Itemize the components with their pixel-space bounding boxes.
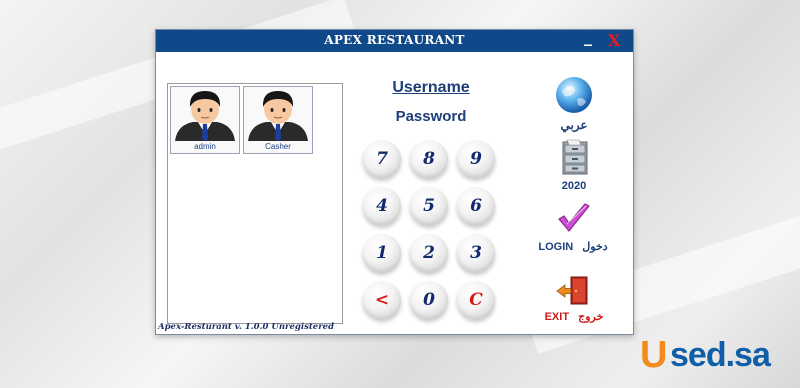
keypad-key-6[interactable]: 6 [457,187,495,225]
keypad-key-7[interactable]: 7 [363,140,401,178]
close-button[interactable]: X [608,30,620,52]
login-window: APEX RESTAURANT _ X admin Casher Usernam… [155,27,634,335]
year-button[interactable]: 2020 [544,138,604,192]
user-name-label: Casher [265,142,291,151]
user-list-panel: admin Casher [167,83,343,324]
username-field[interactable]: Username [371,79,491,97]
keypad-key-3[interactable]: 3 [457,234,495,272]
exit-door-icon [556,276,588,305]
login-label: LOGIN [538,241,574,253]
logo-text: sed.sa [670,336,771,374]
exit-label: EXIT [544,311,570,323]
checkmark-icon [558,203,590,232]
language-label: عربي [560,118,588,132]
title-bar: APEX RESTAURANT _ X [156,27,633,52]
user-name-label: admin [194,142,216,151]
exit-label-arabic: خروج [578,311,604,323]
keypad-key-8[interactable]: 8 [410,140,448,178]
version-status: Apex-Resturant v. 1.0.0 Unregistered [158,322,335,332]
keypad-key-0[interactable]: 0 [410,281,448,319]
keypad-key-1[interactable]: 1 [363,234,401,272]
keypad-key-2[interactable]: 2 [410,234,448,272]
language-button[interactable]: عربي [544,75,604,132]
login-label-arabic: دخول [582,241,608,253]
user-tile-admin[interactable]: admin [170,86,240,154]
keypad-key-4[interactable]: 4 [363,187,401,225]
user-avatar-icon [175,91,235,141]
exit-label-group: EXIT خروج [534,310,614,323]
login-label-group: LOGIN دخول [528,240,618,253]
year-label: 2020 [561,180,587,192]
keypad-key-9[interactable]: 9 [457,140,495,178]
user-tile-casher[interactable]: Casher [243,86,313,154]
keypad-key-5[interactable]: 5 [410,187,448,225]
user-avatar-icon [248,91,308,141]
keypad-key-backspace[interactable]: < [363,281,401,319]
window-title: APEX RESTAURANT [324,33,465,47]
login-button[interactable]: LOGIN دخول [528,202,618,253]
logo-u: U [640,334,668,376]
minimize-button[interactable]: _ [584,26,592,48]
keypad-key-clear[interactable]: C [457,281,495,319]
exit-button[interactable]: EXIT خروج [534,276,614,323]
globe-icon [556,77,592,113]
cabinet-icon [562,139,588,175]
password-field[interactable]: Password [371,108,491,125]
